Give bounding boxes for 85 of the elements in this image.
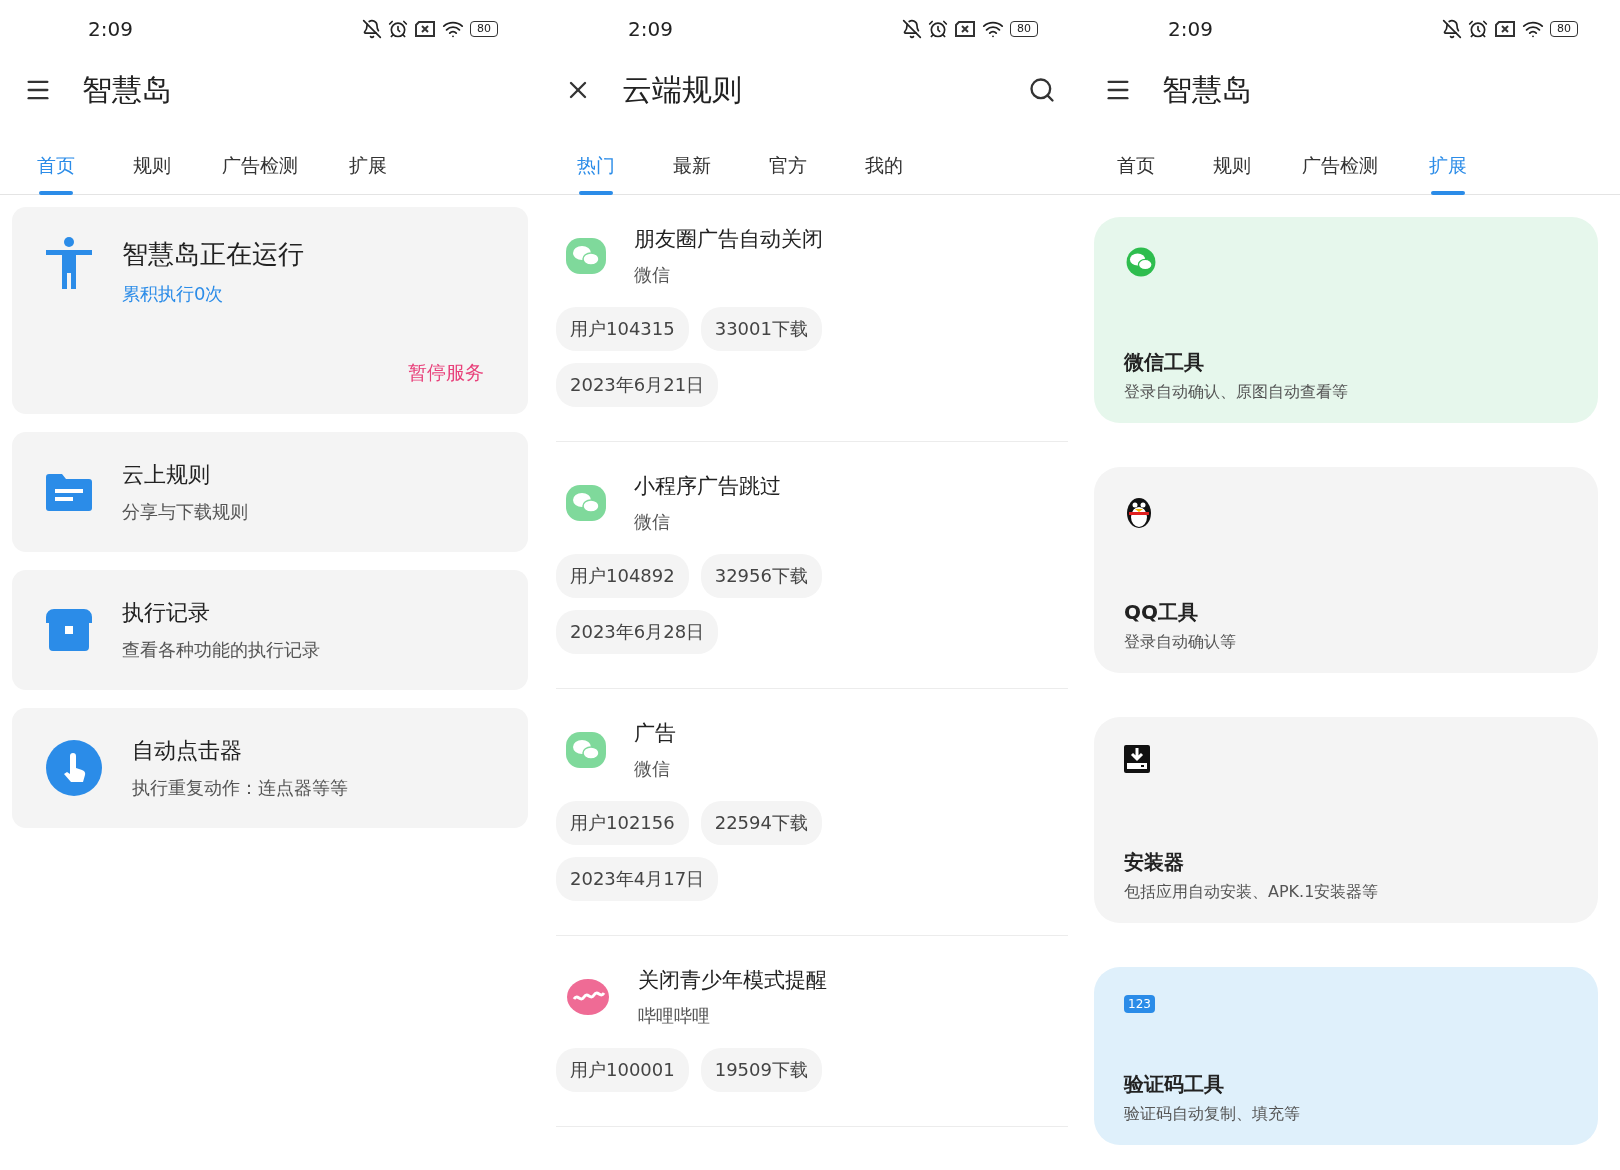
date-tag: 2023年6月28日: [556, 610, 719, 654]
tab[interactable]: 规则: [104, 138, 200, 194]
chat-bubbles-icon: [566, 732, 606, 768]
sim-error-icon: [954, 20, 976, 38]
download-box-icon: [1124, 745, 1150, 773]
tab[interactable]: 官方: [740, 138, 836, 194]
search-button[interactable]: [1028, 76, 1056, 104]
status-time: 2:09: [1168, 17, 1213, 41]
tab[interactable]: 最新: [644, 138, 740, 194]
bell-off-icon: [1442, 19, 1462, 39]
rule-title[interactable]: 广告: [634, 719, 1068, 747]
app-title: 智慧岛: [82, 70, 173, 109]
pause-service-button[interactable]: 暂停服务: [408, 360, 484, 386]
card-subtitle: 查看各种功能的执行记录: [122, 638, 321, 662]
card-title: 执行记录: [122, 599, 211, 627]
app-title: 云端规则: [622, 70, 743, 109]
tool-title: 微信工具: [1124, 349, 1205, 376]
tool-title: 安装器: [1124, 849, 1185, 876]
tab[interactable]: 广告检测: [200, 138, 320, 194]
chat-bubbles-icon: [566, 485, 606, 521]
tab[interactable]: 广告检测: [1280, 138, 1400, 194]
date-tag: 2023年4月17日: [556, 857, 719, 901]
alarm-icon: [928, 19, 948, 39]
tap-icon: [46, 740, 102, 796]
tool-subtitle: 登录自动确认、原图自动查看等: [1124, 382, 1349, 403]
app-name: 微信: [634, 510, 671, 534]
download-count-tag: 19509下载: [700, 1048, 822, 1092]
battery-indicator: 80: [470, 21, 498, 37]
feature-card[interactable]: 自动点击器 执行重复动作：连点器等等: [12, 708, 528, 828]
tool-subtitle: 包括应用自动安装、APK.1安装器等: [1124, 882, 1380, 903]
number-badge-icon: 123: [1124, 995, 1155, 1013]
alarm-icon: [388, 19, 408, 39]
penguin-icon: [1124, 495, 1154, 529]
tool-card[interactable]: 微信工具 登录自动确认、原图自动查看等: [1094, 217, 1598, 423]
app-name: 哔哩哔哩: [638, 1004, 711, 1028]
card-subtitle: 执行重复动作：连点器等等: [132, 776, 349, 800]
folder-icon: [46, 473, 92, 511]
card-title: 智慧岛正在运行: [122, 238, 305, 271]
tab[interactable]: 规则: [1184, 138, 1280, 194]
battery-indicator: 80: [1010, 21, 1038, 37]
feature-card[interactable]: 执行记录 查看各种功能的执行记录: [12, 570, 528, 690]
tool-card[interactable]: 安装器 包括应用自动安装、APK.1安装器等: [1094, 717, 1598, 923]
app-title: 智慧岛: [1162, 70, 1253, 109]
rule-title[interactable]: 朋友圈广告自动关闭: [634, 225, 1068, 253]
accessibility-icon: [46, 237, 92, 289]
sim-error-icon: [1494, 20, 1516, 38]
tool-subtitle: 验证码自动复制、填充等: [1124, 1104, 1301, 1125]
chat-bubbles-icon: [566, 238, 606, 274]
chat-bubbles-icon: [1124, 245, 1158, 279]
app-logo-icon: [566, 977, 610, 1017]
tab[interactable]: 我的: [836, 138, 932, 194]
bell-off-icon: [362, 19, 382, 39]
date-tag: 2023年6月21日: [556, 363, 719, 407]
status-time: 2:09: [628, 17, 673, 41]
tool-subtitle: 登录自动确认等: [1124, 632, 1237, 653]
tab[interactable]: 热门: [548, 138, 644, 194]
author-tag: 用户100001: [556, 1048, 689, 1092]
tool-card[interactable]: 123 验证码工具 验证码自动复制、填充等: [1094, 967, 1598, 1145]
author-tag: 用户104892: [556, 554, 689, 598]
status-time: 2:09: [88, 17, 133, 41]
rule-title[interactable]: 小程序广告跳过: [634, 472, 1068, 500]
card-subtitle: 分享与下载规则: [122, 500, 249, 524]
download-count-tag: 22594下载: [700, 801, 822, 845]
card-title: 云上规则: [122, 461, 211, 489]
download-count-tag: 33001下载: [700, 307, 822, 351]
tool-card[interactable]: QQ工具 登录自动确认等: [1094, 467, 1598, 673]
tab[interactable]: 扩展: [320, 138, 416, 194]
tool-title: 验证码工具: [1124, 1071, 1225, 1098]
author-tag: 用户102156: [556, 801, 689, 845]
execution-count: 累积执行0次: [122, 282, 225, 306]
author-tag: 用户104315: [556, 307, 689, 351]
rule-title[interactable]: 关闭青少年模式提醒: [638, 966, 1068, 994]
archive-icon: [46, 609, 92, 651]
app-name: 微信: [634, 263, 671, 287]
battery-indicator: 80: [1550, 21, 1578, 37]
alarm-icon: [1468, 19, 1488, 39]
tab[interactable]: 首页: [1088, 138, 1184, 194]
card-title: 自动点击器: [132, 737, 243, 765]
tool-title: QQ工具: [1124, 599, 1199, 626]
app-name: 微信: [634, 757, 671, 781]
sim-error-icon: [414, 20, 436, 38]
tab[interactable]: 扩展: [1400, 138, 1496, 194]
bell-off-icon: [902, 19, 922, 39]
feature-card[interactable]: 云上规则 分享与下载规则: [12, 432, 528, 552]
download-count-tag: 32956下载: [700, 554, 822, 598]
